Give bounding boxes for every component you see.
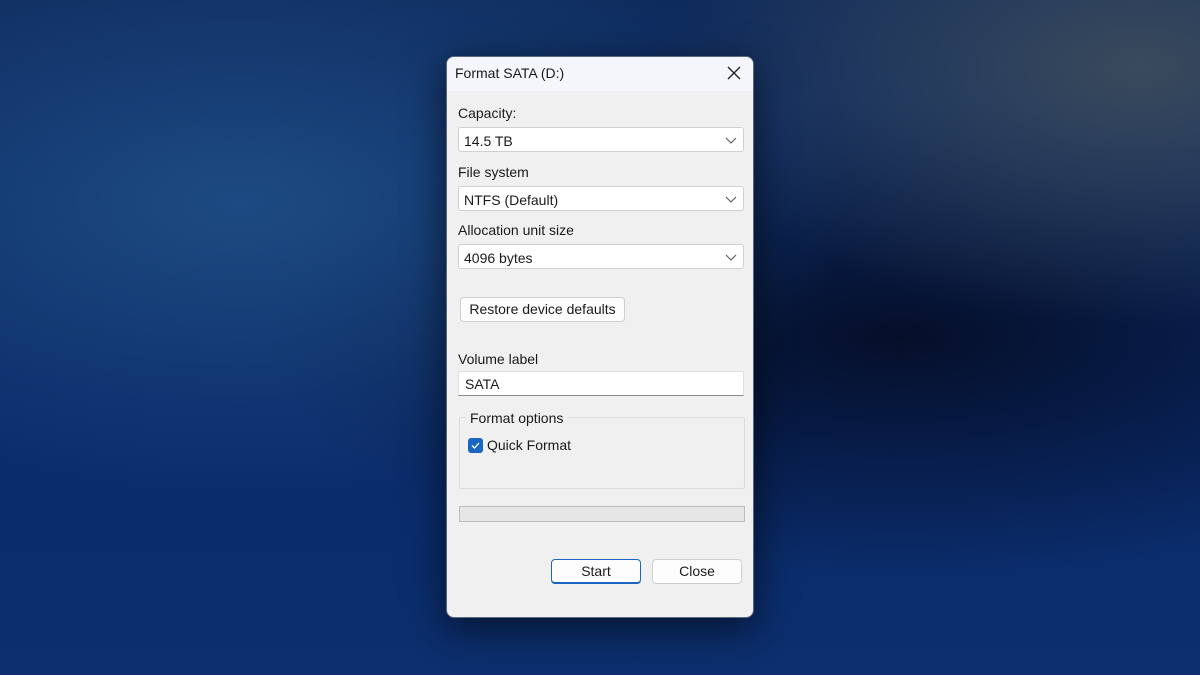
capacity-select[interactable]: 14.5 TB bbox=[458, 127, 744, 152]
capacity-value: 14.5 TB bbox=[464, 133, 513, 149]
format-options-group: Format options Quick Format bbox=[459, 410, 745, 489]
close-button[interactable]: Close bbox=[652, 559, 742, 584]
format-options-legend: Format options bbox=[466, 410, 568, 426]
quick-format-label[interactable]: Quick Format bbox=[487, 437, 571, 453]
start-button[interactable]: Start bbox=[551, 559, 641, 584]
chevron-down-icon bbox=[725, 196, 737, 203]
file-system-value: NTFS (Default) bbox=[464, 192, 559, 208]
allocation-select[interactable]: 4096 bytes bbox=[458, 244, 744, 269]
file-system-label: File system bbox=[458, 164, 529, 180]
chevron-down-icon bbox=[725, 254, 737, 261]
capacity-label: Capacity: bbox=[458, 105, 517, 121]
dialog-title: Format SATA (D:) bbox=[455, 65, 565, 81]
title-bar: Format SATA (D:) bbox=[447, 57, 753, 91]
restore-defaults-button[interactable]: Restore device defaults bbox=[460, 297, 625, 322]
file-system-select[interactable]: NTFS (Default) bbox=[458, 186, 744, 211]
format-progress-bar bbox=[459, 506, 745, 522]
close-icon[interactable] bbox=[723, 62, 745, 84]
allocation-value: 4096 bytes bbox=[464, 250, 533, 266]
quick-format-checkbox[interactable] bbox=[468, 438, 483, 453]
chevron-down-icon bbox=[725, 137, 737, 144]
checkmark-icon bbox=[471, 442, 480, 449]
allocation-label: Allocation unit size bbox=[458, 222, 574, 238]
volume-label-label: Volume label bbox=[458, 351, 539, 367]
format-dialog: Format SATA (D:) Capacity: 14.5 TB File … bbox=[446, 56, 754, 618]
volume-label-input[interactable]: SATA bbox=[458, 371, 744, 396]
